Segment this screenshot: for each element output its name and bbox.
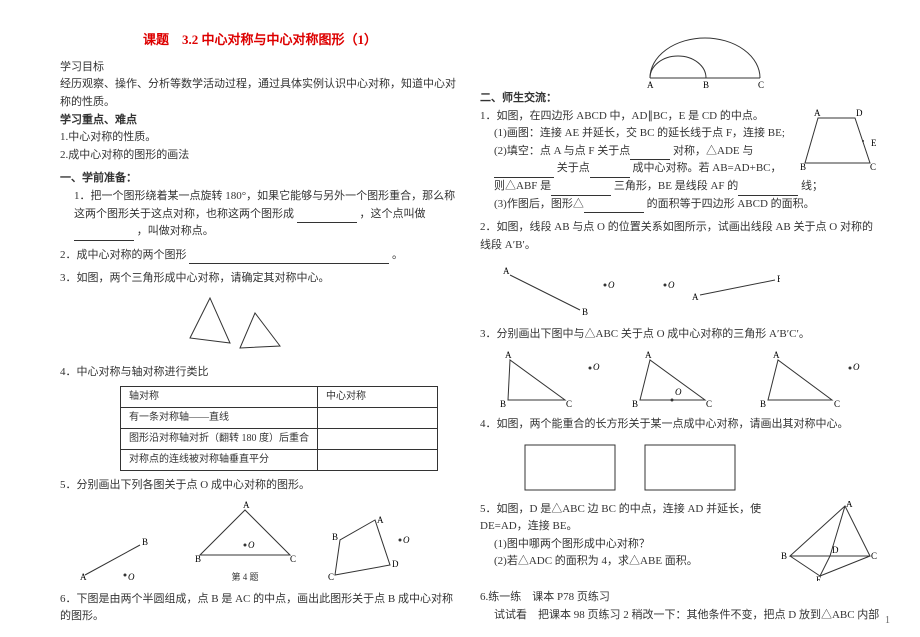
svg-text:C: C [758,80,764,90]
keypoint-2: 2.成中心对称的图形的画法 [60,147,460,165]
table-header-2: 中心对称 [318,386,438,407]
question-3: 3．如图，两个三角形成中心对称，请确定其对称中心。 [60,270,460,288]
svg-text:B: B [703,80,709,90]
blank [551,184,611,196]
label-b: B [142,537,148,547]
svg-text:O: O [853,362,860,372]
r3: 3．分别画出下图中与△ABC 关于点 O 成中心对称的三角形 A′B′C′。 [480,326,880,344]
table-r3c2 [318,449,438,470]
question-1: 1．把一个图形绕着某一点旋转 180°，如果它能够与另外一个图形重合，那么称这两… [60,188,460,241]
table-r3c1: 对称点的连线被对称轴垂直平分 [121,449,318,470]
svg-text:O: O [248,540,255,550]
label-o: O [128,572,135,582]
figures-r3: A B C O A B C O A B C O [500,350,880,410]
svg-text:A: A [505,350,512,360]
fig5-caption: 第 4 题 [190,570,300,584]
lesson-title: 课题 3.2 中心对称与中心对称图形（1） [60,30,460,51]
svg-text:B: B [800,162,806,172]
svg-text:B: B [195,554,201,564]
table-r2c2 [318,428,438,449]
svg-text:A: A [647,80,654,90]
svg-text:C: C [706,399,712,409]
svg-text:B: B [760,399,766,409]
figures-r2: A B O A B O [500,260,880,320]
r1-3: (3)作图后，图形△ 的面积等于四边形 ABCD 的面积。 [480,196,880,214]
blank [74,229,134,241]
svg-text:O: O [675,387,682,397]
svg-text:A: A [692,292,699,302]
figure-r5: A B C D E [780,501,880,581]
svg-text:B: B [500,399,506,409]
q2-end: 。 [392,249,403,261]
blank [630,148,670,160]
svg-text:A: A [846,501,853,509]
svg-text:A: A [773,350,780,360]
svg-text:A: A [243,500,250,510]
blank [584,201,644,213]
section2-label: 二、师生交流： [480,90,880,108]
svg-text:D: D [392,559,399,569]
r6b: 试试看 把课本 98 页练习 2 稍改一下：其他条件不变，把点 D 放到△ABC… [480,607,880,625]
question-4: 4．中心对称与轴对称进行类比 [60,364,460,382]
q1-suffix: ，这个点叫做 [360,208,426,220]
svg-text:C: C [870,162,876,172]
keypoint-1: 1.中心对称的性质。 [60,129,460,147]
svg-text:B: B [777,274,780,284]
r6: 6.练一练 课本 P78 页练习 [480,589,880,607]
svg-text:A: A [645,350,652,360]
svg-text:B: B [781,551,787,561]
svg-text:B: B [632,399,638,409]
blank [494,166,554,178]
svg-text:O: O [668,280,675,290]
svg-text:O: O [403,535,410,545]
svg-text:E: E [871,138,877,148]
svg-text:C: C [566,399,572,409]
figures-r4 [520,440,880,495]
table-r1c2 [318,407,438,428]
objective-label: 学习目标 [60,59,460,77]
svg-text:O: O [608,280,615,290]
q2-text: 2．成中心对称的两个图形 [60,249,187,261]
svg-text:C: C [871,551,877,561]
svg-text:B: B [582,307,588,317]
objective-text: 经历观察、操作、分析等数学活动过程，通过具体实例认识中心对称，知道中心对称的性质… [60,76,460,111]
table-r2c1: 图形沿对称轴对折（翻转 180 度）后重合 [121,428,318,449]
svg-text:D: D [856,108,863,118]
question-6: 6．下图是由两个半圆组成，点 B 是 AC 的中点，画出此图形关于点 B 成中心… [60,591,460,626]
svg-text:B: B [332,532,338,542]
question-5: 5．分别画出下列各图关于点 O 成中心对称的图形。 [60,477,460,495]
comparison-table: 轴对称 中心对称 有一条对称轴——直线 图形沿对称轴对折（翻转 180 度）后重… [120,386,438,471]
svg-text:A: A [503,266,510,276]
figure-trapezoid: A D E B C [800,108,880,173]
figure-q3 [180,288,460,358]
table-r1c1: 有一条对称轴——直线 [121,407,318,428]
section1-label: 一、学前准备： [60,170,460,188]
r2: 2．如图，线段 AB 与点 O 的位置关系如图所示，试画出线段 AB 关于点 O… [480,219,880,254]
question-2: 2．成中心对称的两个图形 。 [60,247,460,265]
label-a: A [80,572,87,582]
q1-suffix2: ，叫做对称点。 [137,225,214,237]
keypoints-label: 学习重点、难点 [60,112,460,130]
page-number: 1 [885,613,890,629]
table-header-1: 轴对称 [121,386,318,407]
svg-text:O: O [593,362,600,372]
figure-semicircles: A B C [640,30,880,90]
svg-text:A: A [377,515,384,525]
figures-q5: A B O B A C O 第 4 题 [80,500,460,584]
svg-text:D: D [832,545,839,555]
svg-text:E: E [816,575,822,581]
blank [297,211,357,223]
r4: 4．如图，两个能重合的长方形关于某一点成中心对称，请画出其对称中心。 [480,416,880,434]
svg-text:C: C [290,554,296,564]
svg-text:A: A [814,108,821,118]
svg-text:C: C [328,572,334,582]
blank [738,184,798,196]
blank [189,252,389,264]
svg-text:C: C [834,399,840,409]
blank [590,166,630,178]
